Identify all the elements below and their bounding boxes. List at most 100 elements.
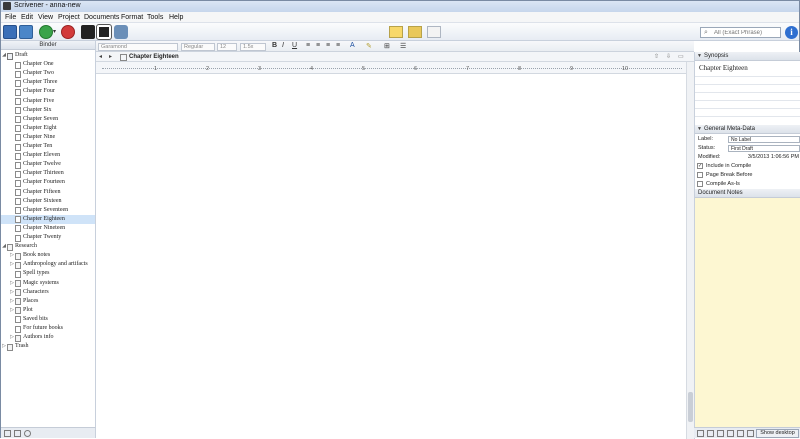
editor-text-area[interactable]: [96, 74, 686, 439]
snapshots-tab-icon[interactable]: [727, 430, 734, 437]
menu-format[interactable]: Format: [121, 14, 143, 21]
search-input[interactable]: [714, 28, 778, 37]
align-left-icon[interactable]: ≡: [306, 42, 310, 49]
compose-icon[interactable]: [81, 25, 95, 39]
menu-edit[interactable]: Edit: [21, 14, 33, 21]
binder-folder-item[interactable]: ▷ Magic systems: [1, 279, 95, 288]
keywords-tab-icon[interactable]: [717, 430, 724, 437]
align-center-icon[interactable]: ≡: [316, 42, 320, 49]
menu-view[interactable]: View: [38, 14, 53, 21]
binder-toggle-icon[interactable]: [3, 25, 17, 39]
binder-document-item[interactable]: Chapter Eighteen: [1, 214, 95, 224]
binder-folder-item[interactable]: ▷ Authors info: [1, 333, 95, 342]
header-up-icon[interactable]: ⇧: [654, 53, 659, 60]
lock-icon[interactable]: [747, 430, 754, 437]
page-break-before-checkbox[interactable]: [697, 172, 703, 178]
editor-scrollbar[interactable]: [686, 62, 694, 439]
show-desktop-button[interactable]: Show desktop: [756, 429, 799, 438]
font-size-select[interactable]: 12: [217, 42, 237, 51]
binder-folder-item[interactable]: ▷ Places: [1, 297, 95, 306]
collapse-triangle-icon[interactable]: ▼: [697, 125, 702, 134]
binder-folder-item[interactable]: ▷ Book notes: [1, 251, 95, 260]
binder-document-item[interactable]: Chapter One: [1, 60, 95, 69]
compile-icon[interactable]: [114, 25, 128, 39]
nav-forward-icon[interactable]: ▸: [109, 53, 112, 60]
metadata-header[interactable]: ▼ General Meta-Data: [695, 125, 800, 134]
compile-as-is-checkbox[interactable]: [697, 181, 703, 187]
header-down-icon[interactable]: ⇩: [666, 53, 671, 60]
menu-tools[interactable]: Tools: [147, 14, 163, 21]
add-icon[interactable]: [39, 25, 53, 39]
search-box[interactable]: ⌕: [700, 27, 781, 38]
bold-button[interactable]: B: [272, 42, 277, 49]
add-folder-icon[interactable]: [14, 430, 21, 437]
binder-document-item[interactable]: Chapter Thirteen: [1, 169, 95, 178]
binder-document-item[interactable]: Chapter Two: [1, 69, 95, 78]
font-style-select[interactable]: Regular: [181, 42, 215, 51]
info-icon[interactable]: i: [785, 26, 798, 39]
gear-icon[interactable]: [24, 430, 31, 437]
split-icon[interactable]: ▭: [678, 53, 684, 60]
binder-folder-item[interactable]: ▷ Anthropology and artifacts: [1, 260, 95, 269]
binder-document-item[interactable]: Chapter Fifteen: [1, 188, 95, 197]
binder-folder-item[interactable]: ▷ Characters: [1, 288, 95, 297]
include-in-compile-checkbox[interactable]: ✓: [697, 163, 703, 169]
scrollbar-thumb[interactable]: [688, 392, 693, 422]
status-select[interactable]: First Draft: [728, 145, 800, 152]
binder-document-item[interactable]: Chapter Four: [1, 87, 95, 96]
menu-project[interactable]: Project: [58, 14, 80, 21]
font-select[interactable]: Garamond: [98, 42, 178, 51]
menu-documents[interactable]: Documents: [84, 14, 119, 21]
binder-document-item[interactable]: Chapter Twelve: [1, 160, 95, 169]
align-right-icon[interactable]: ≡: [326, 42, 330, 49]
synopsis-header[interactable]: ▼ Synopsis: [695, 52, 800, 61]
binder-document-item[interactable]: Chapter Three: [1, 78, 95, 87]
binder-document-item[interactable]: Chapter Nineteen: [1, 224, 95, 233]
outline-view-icon[interactable]: [427, 26, 441, 38]
label-select[interactable]: No Label: [728, 136, 800, 143]
binder-document-item[interactable]: Chapter Five: [1, 97, 95, 106]
add-item-icon[interactable]: [4, 430, 11, 437]
italic-button[interactable]: I: [282, 42, 284, 49]
document-notes-area[interactable]: [695, 198, 800, 428]
synopsis-text[interactable]: Chapter Eighteen: [699, 64, 748, 72]
binder-document-item[interactable]: Chapter Seven: [1, 115, 95, 124]
highlight-icon[interactable]: ✎: [366, 42, 372, 50]
binder-document-item[interactable]: Chapter Eleven: [1, 151, 95, 160]
comments-tab-icon[interactable]: [737, 430, 744, 437]
binder-folder-item[interactable]: ◢ Draft: [1, 51, 95, 60]
document-notes-header[interactable]: Document Notes: [695, 189, 800, 198]
collections-icon[interactable]: [19, 25, 33, 39]
binder-document-item[interactable]: Chapter Twenty: [1, 233, 95, 242]
binder-document-item[interactable]: Saved bits: [1, 315, 95, 324]
nav-back-icon[interactable]: ◂: [99, 53, 102, 60]
list-icon[interactable]: ☰: [400, 42, 406, 50]
binder-document-item[interactable]: Chapter Fourteen: [1, 178, 95, 187]
document-view-icon[interactable]: [389, 26, 403, 38]
quickref-icon[interactable]: [96, 24, 112, 40]
ruler[interactable]: 1 2 3 4 5 6 7 8 9 10: [96, 62, 686, 74]
text-color-icon[interactable]: A: [350, 42, 355, 49]
collapse-triangle-icon[interactable]: ▼: [697, 52, 702, 61]
binder-document-item[interactable]: Chapter Nine: [1, 133, 95, 142]
table-icon[interactable]: ⊞: [384, 42, 390, 50]
corkboard-view-icon[interactable]: [408, 26, 422, 38]
binder-document-item[interactable]: Chapter Seventeen: [1, 206, 95, 215]
delete-icon[interactable]: [61, 25, 75, 39]
binder-document-item[interactable]: Chapter Eight: [1, 124, 95, 133]
binder-document-item[interactable]: Chapter Ten: [1, 142, 95, 151]
references-tab-icon[interactable]: [707, 430, 714, 437]
align-justify-icon[interactable]: ≡: [336, 42, 340, 49]
binder-document-item[interactable]: Chapter Six: [1, 106, 95, 115]
binder-folder-item[interactable]: ▷ Trash: [1, 342, 95, 351]
line-spacing-select[interactable]: 1.5x: [240, 42, 266, 51]
binder-folder-item[interactable]: ▷ Plot: [1, 306, 95, 315]
notes-tab-icon[interactable]: [697, 430, 704, 437]
menu-file[interactable]: File: [5, 14, 16, 21]
binder-document-item[interactable]: Chapter Sixteen: [1, 197, 95, 206]
menu-help[interactable]: Help: [169, 14, 183, 21]
binder-document-item[interactable]: Spell types: [1, 269, 95, 278]
binder-document-item[interactable]: For future books: [1, 324, 95, 333]
binder-folder-item[interactable]: ◢ Research: [1, 242, 95, 251]
add-menu-chevron-icon[interactable]: ▾: [53, 25, 59, 39]
